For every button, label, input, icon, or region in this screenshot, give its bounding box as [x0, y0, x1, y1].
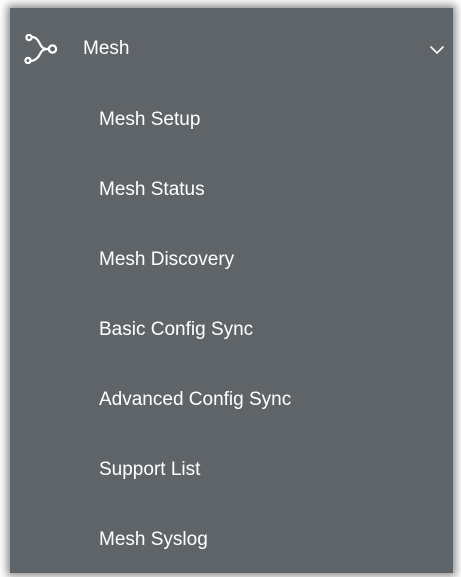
menu-item-support-list[interactable]: Support List [10, 442, 453, 498]
menu-item-label: Advanced Config Sync [99, 389, 292, 410]
menu-item-label: Mesh Setup [99, 109, 201, 130]
menu-item-mesh-setup[interactable]: Mesh Setup [10, 92, 453, 148]
mesh-network-icon [24, 34, 58, 64]
menu-item-mesh-syslog[interactable]: Mesh Syslog [10, 512, 453, 568]
mesh-menu-title: Mesh [83, 38, 130, 59]
menu-item-basic-config-sync[interactable]: Basic Config Sync [10, 302, 453, 358]
mesh-menu-header[interactable]: Mesh [10, 8, 453, 92]
menu-item-label: Mesh Discovery [99, 249, 235, 270]
menu-item-label: Basic Config Sync [99, 319, 254, 340]
menu-item-advanced-config-sync[interactable]: Advanced Config Sync [10, 372, 453, 428]
menu-item-label: Mesh Status [99, 179, 205, 200]
menu-item-mesh-discovery[interactable]: Mesh Discovery [10, 232, 453, 288]
mesh-menu-panel: Mesh Mesh Setup Mesh Status Mesh Discove… [10, 8, 453, 573]
menu-item-label: Support List [99, 459, 201, 480]
menu-item-label: Mesh Syslog [99, 529, 208, 550]
chevron-down-icon[interactable] [429, 44, 445, 56]
menu-item-mesh-status[interactable]: Mesh Status [10, 162, 453, 218]
